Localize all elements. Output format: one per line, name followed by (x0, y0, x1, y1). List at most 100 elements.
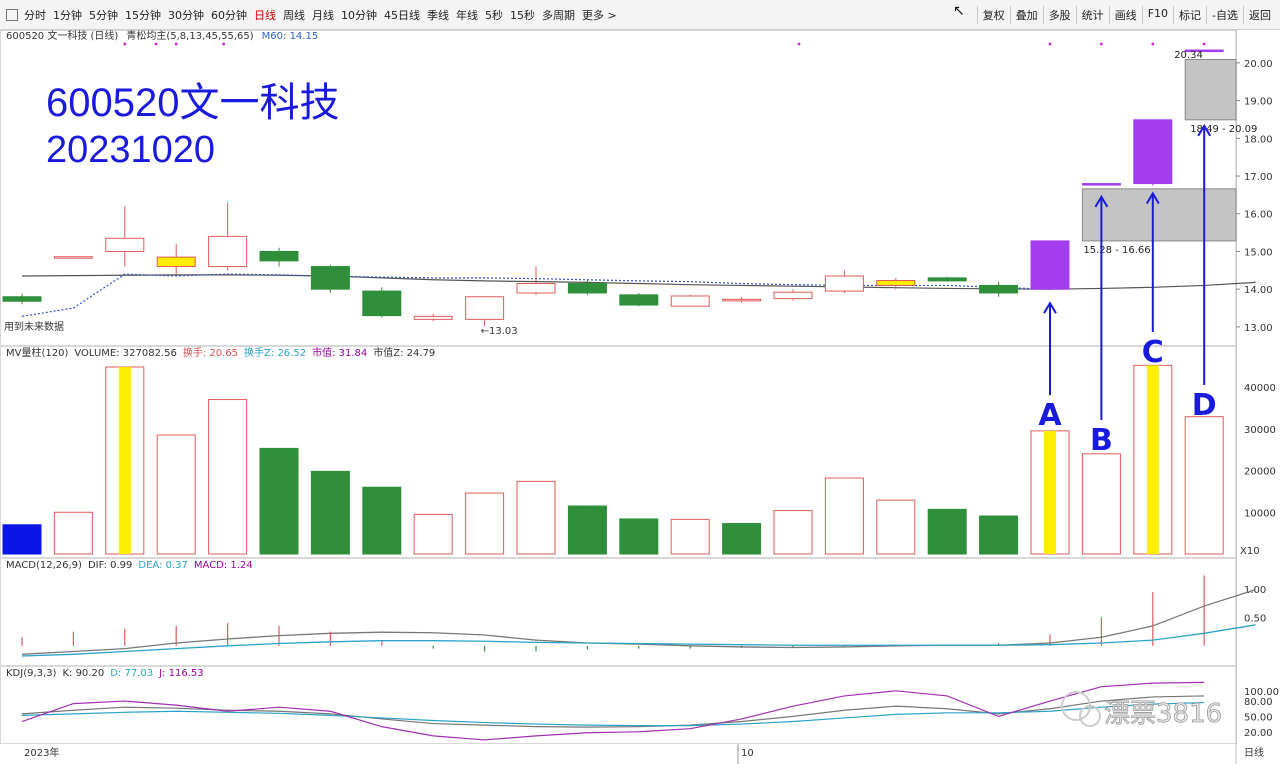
volume-bar-0[interactable] (2, 524, 42, 555)
price-tick-1: 14.00 (1244, 285, 1273, 296)
signal-dot-2 (174, 42, 178, 46)
volume-bar-19[interactable] (979, 515, 1019, 555)
volume-bar-5[interactable] (259, 447, 299, 555)
volume-header-item-5: 市值Z: 24.79 (373, 346, 435, 359)
macd-tick-1: 1.00 (1244, 585, 1266, 596)
kdj-tick-0: 20.00 (1244, 728, 1273, 739)
tab-16[interactable]: 更多 > (582, 7, 617, 23)
signal-dot-8 (1202, 42, 1206, 46)
candle-16[interactable] (824, 275, 864, 292)
volume-bar-15[interactable] (773, 510, 813, 555)
volume-bar-6[interactable] (310, 470, 350, 555)
candle-4[interactable] (208, 235, 248, 268)
kdj-tick-3: 100.00 (1244, 687, 1279, 698)
candle-21[interactable] (1081, 183, 1121, 186)
d-line (21, 701, 1205, 727)
pane-border-2 (0, 558, 1237, 666)
candle-5[interactable] (259, 250, 299, 262)
volume-header-item-0: MV量柱(120) (6, 346, 68, 359)
tab-1[interactable]: 1分钟 (53, 7, 82, 23)
kdj-tick-2: 80.00 (1244, 697, 1273, 708)
volume-highlight-20 (1044, 430, 1056, 554)
tab-15[interactable]: 多周期 (542, 7, 575, 23)
toolbar-button-0[interactable]: 复权 (976, 6, 1010, 24)
volume-bar-13[interactable] (670, 518, 710, 555)
tab-10[interactable]: 45日线 (384, 7, 420, 23)
period-tabs: 分时 1分钟 5分钟 15分钟 30分钟 60分钟 日线 周线 月线 10分钟 45日线 季线 年线 5秒… (6, 7, 624, 23)
signal-dot-7 (1151, 42, 1155, 46)
candle-12[interactable] (619, 294, 659, 306)
gap1-label: 15.28 - 16.66 (1083, 245, 1150, 256)
candle-10[interactable] (516, 283, 556, 294)
candle-11[interactable] (567, 283, 607, 294)
candle-6[interactable] (310, 266, 350, 290)
candle-3[interactable] (156, 256, 196, 268)
tab-11[interactable]: 季线 (427, 7, 449, 23)
toolbar-button-4[interactable]: 画线 (1108, 6, 1142, 24)
candle-2[interactable] (105, 237, 145, 252)
tab-12[interactable]: 年线 (456, 7, 478, 23)
toolbar-button-5[interactable]: F10 (1141, 6, 1173, 24)
overlay-date: 20231020 (46, 129, 215, 171)
volume-bar-1[interactable] (53, 511, 93, 555)
volume-bar-16[interactable] (824, 477, 864, 555)
volume-bar-11[interactable] (567, 505, 607, 555)
tab-7[interactable]: 周线 (283, 7, 305, 23)
price-tick-2: 15.00 (1244, 247, 1273, 258)
tab-14[interactable]: 15秒 (510, 7, 535, 23)
volume-bar-7[interactable] (362, 486, 402, 555)
menu-icon[interactable] (6, 9, 18, 21)
signal-dot-4 (797, 42, 801, 46)
volume-bar-4[interactable] (208, 399, 248, 555)
candle-15[interactable] (773, 291, 813, 300)
tab-3[interactable]: 15分钟 (125, 7, 161, 23)
candle-17[interactable] (876, 280, 916, 286)
high-price-label: 20.34 (1174, 50, 1203, 61)
candle-1[interactable] (53, 256, 93, 259)
candle-13[interactable] (670, 295, 710, 307)
gap-zone-0 (1081, 188, 1237, 242)
stock-chart[interactable]: 600520 文一科技 (日线) 青松均主(5,8,13,45,55,65) M60… (0, 30, 1280, 764)
marker-B: B (1090, 423, 1113, 458)
volume-bar-10[interactable] (516, 480, 556, 555)
price-tick-0: 13.00 (1244, 323, 1273, 334)
candle-0[interactable] (2, 296, 42, 302)
volume-bar-18[interactable] (927, 508, 967, 555)
marker-C: C (1142, 335, 1164, 370)
candle-9[interactable] (465, 296, 505, 320)
volume-bar-3[interactable] (156, 434, 196, 555)
toolbar-button-7[interactable]: -自选 (1206, 6, 1243, 24)
volume-bar-23[interactable] (1184, 416, 1224, 555)
candle-14[interactable] (722, 298, 762, 302)
volume-bar-21[interactable] (1081, 453, 1121, 555)
volume-header-item-4: 市值: 31.84 (312, 346, 367, 359)
toolbar-button-2[interactable]: 多股 (1042, 6, 1076, 24)
toolbar-button-1[interactable]: 叠加 (1009, 6, 1043, 24)
toolbar-button-8[interactable]: 返回 (1243, 6, 1276, 24)
volume-tick-3: 40000 (1244, 383, 1276, 394)
tab-8[interactable]: 月线 (312, 7, 334, 23)
candle-8[interactable] (413, 315, 453, 320)
tab-5[interactable]: 60分钟 (211, 7, 247, 23)
kdj-tick-1: 50.00 (1244, 712, 1273, 723)
tab-4[interactable]: 30分钟 (168, 7, 204, 23)
candle-18[interactable] (927, 277, 967, 282)
candle-22[interactable] (1133, 119, 1173, 185)
toolbar-button-3[interactable]: 统计 (1075, 6, 1109, 24)
volume-bar-12[interactable] (619, 518, 659, 555)
candle-19[interactable] (979, 284, 1019, 294)
tab-6[interactable]: 日线 (254, 7, 276, 23)
tab-13[interactable]: 5秒 (485, 7, 503, 23)
toolbar-right-buttons: 复权 叠加 多股 统计 画线 F10 标记 -自选 返回 (976, 6, 1276, 24)
volume-bar-8[interactable] (413, 513, 453, 555)
volume-bar-14[interactable] (722, 523, 762, 555)
tab-0[interactable]: 分时 (24, 7, 46, 23)
toolbar-button-6[interactable]: 标记 (1173, 6, 1206, 24)
volume-bar-17[interactable] (876, 499, 916, 555)
candle-20[interactable] (1030, 240, 1070, 290)
volume-unit: X10 (1240, 546, 1260, 557)
candle-7[interactable] (362, 290, 402, 317)
tab-2[interactable]: 5分钟 (89, 7, 118, 23)
tab-9[interactable]: 10分钟 (341, 7, 377, 23)
volume-bar-9[interactable] (465, 492, 505, 555)
